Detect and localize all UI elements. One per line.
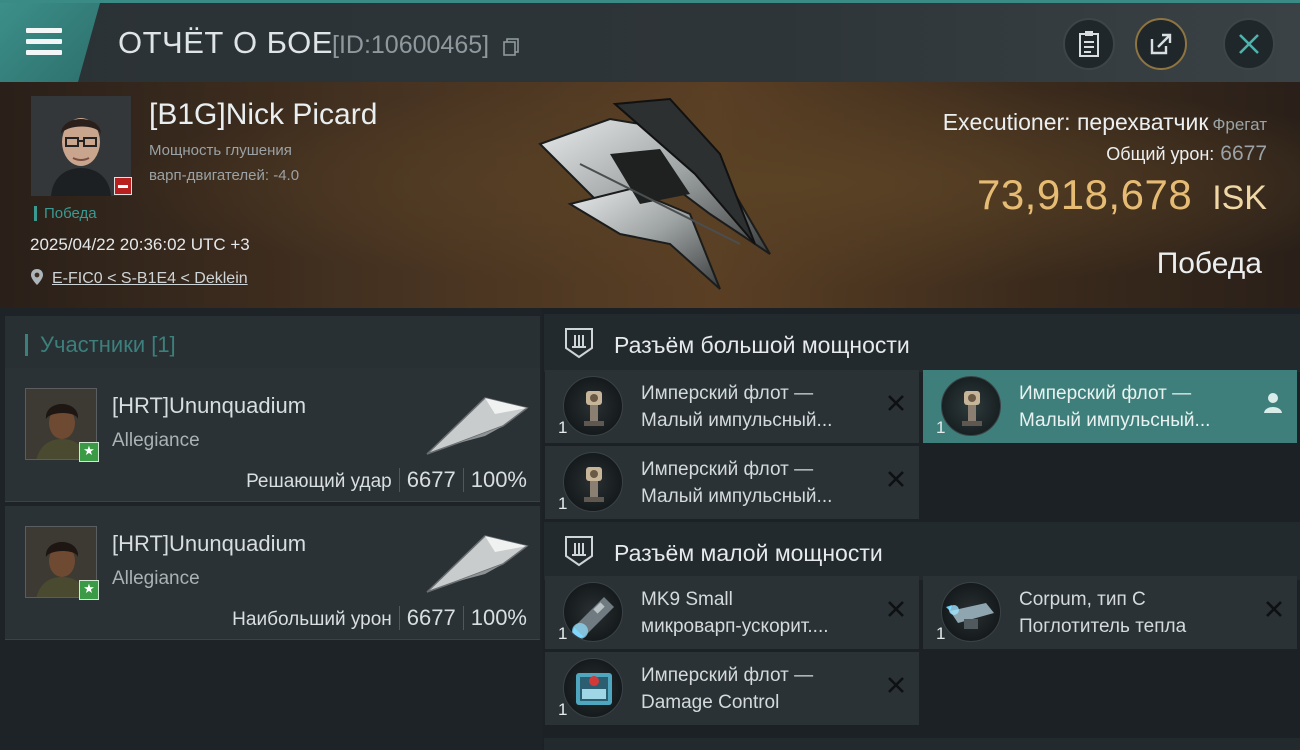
total-damage-label: Общий урон: <box>1106 144 1215 164</box>
report-id: [ID:10600465] <box>332 31 490 59</box>
attacker-ship-icon <box>426 535 529 593</box>
kill-location[interactable]: E-FIC0 < S-B1E4 < Deklein <box>30 268 248 288</box>
next-section-header <box>544 738 1300 750</box>
module-slot[interactable]: 1 Имперский флот — Damage Control <box>545 652 919 725</box>
victim-ship-render <box>538 97 771 290</box>
participant-name[interactable]: [HRT]Ununquadium <box>112 531 306 557</box>
star-icon: ★ <box>79 442 99 462</box>
menu-icon <box>26 28 62 61</box>
participant-name[interactable]: [HRT]Ununquadium <box>112 393 306 419</box>
pulse-laser-icon <box>941 376 1001 436</box>
module-name-line-1: Corpum, тип C <box>1019 589 1146 610</box>
hostile-badge <box>114 177 132 195</box>
participant-damage: 6677 <box>406 467 456 492</box>
destroyed-icon <box>888 395 904 411</box>
participants-title: Участники [1] <box>25 334 176 356</box>
participant-row[interactable]: ★ [HRT]Ununquadium Allegiance Наибольший… <box>5 506 540 640</box>
module-quantity: 1 <box>936 624 946 643</box>
copy-icon[interactable] <box>503 38 519 56</box>
kill-datetime: 2025/04/22 20:36:02 UTC +3 <box>30 235 250 254</box>
low-slot-header: Разъём малой мощности <box>544 522 1300 580</box>
attacker-ship-icon <box>426 397 529 455</box>
destroyed-icon <box>888 471 904 487</box>
participant-corp[interactable]: Allegiance <box>112 430 200 452</box>
fitting-panel: Разъём большой мощности 1 Имперский флот… <box>542 308 1300 750</box>
star-icon: ★ <box>79 580 99 600</box>
share-icon <box>1150 33 1172 55</box>
participant-stats: Наибольший урон 6677 100% <box>232 605 527 631</box>
participant-stats: Решающий удар 6677 100% <box>246 467 527 493</box>
page-title: ОТЧЁТ О БОЕ <box>118 25 333 60</box>
victim-stat-line-1: Мощность глушения <box>149 142 292 159</box>
destroyed-icon <box>1266 601 1282 617</box>
location-pin-icon <box>31 269 43 285</box>
heat-sink-icon <box>941 582 1001 642</box>
battle-result: Победа <box>1156 247 1262 280</box>
module-name-line-1: MK9 Small <box>641 589 733 610</box>
high-slot-icon <box>565 328 593 359</box>
isk-value: 73,918,678 ISK <box>977 171 1267 219</box>
participants-header: Участники [1] <box>5 316 540 374</box>
ship-type-name: Executioner: перехватчик <box>942 109 1209 135</box>
module-quantity: 1 <box>558 418 568 437</box>
module-name-line-1: Имперский флот — <box>1019 383 1192 404</box>
module-slot[interactable]: 1 Имперский флот — Малый импульсный... <box>545 446 919 519</box>
module-quantity: 1 <box>558 700 568 719</box>
isk-amount: 73,918,678 <box>976 171 1193 218</box>
module-name-line-2: Малый импульсный... <box>641 486 833 507</box>
module-name-line-1: Имперский флот — <box>641 459 814 480</box>
module-quantity: 1 <box>936 418 946 437</box>
module-slot[interactable]: 1 Имперский флот — Малый импульсный... <box>923 370 1297 443</box>
high-slot-header: Разъём большой мощности <box>544 314 1300 372</box>
low-slot-icon <box>565 536 593 567</box>
outcome-tag: Победа <box>34 206 97 221</box>
module-quantity: 1 <box>558 624 568 643</box>
victim-stat-line-2: варп-двигателей: -4.0 <box>149 167 300 184</box>
pulse-laser-icon <box>563 376 623 436</box>
module-quantity: 1 <box>558 494 568 513</box>
close-icon <box>1239 34 1259 54</box>
microwarpdrive-icon <box>563 582 623 642</box>
destroyed-icon <box>888 677 904 693</box>
location-link[interactable]: E-FIC0 < S-B1E4 < Deklein <box>52 270 248 287</box>
participant-role: Наибольший урон <box>232 609 392 630</box>
isk-unit: ISK <box>1212 179 1267 217</box>
pulse-laser-icon <box>563 452 623 512</box>
participant-row[interactable]: ★ [HRT]Ununquadium Allegiance Решающий у… <box>5 368 540 502</box>
module-slot[interactable]: 1 Corpum, тип C Поглотитель тепла <box>923 576 1297 649</box>
close-button[interactable] <box>1223 18 1275 70</box>
low-slot-title: Разъём малой мощности <box>614 540 883 566</box>
participant-percent: 100% <box>470 467 527 492</box>
participant-damage: 6677 <box>406 605 456 630</box>
module-name-line-2: микроварп-ускорит.... <box>641 616 829 637</box>
module-slot[interactable]: 1 Имперский флот — Малый импульсный... <box>545 370 919 443</box>
participant-role: Решающий удар <box>246 471 392 492</box>
victim-summary: [B1G]Nick Picard Мощность глушения варп-… <box>0 82 1300 308</box>
clipboard-button[interactable] <box>1063 18 1115 70</box>
module-name-line-2: Damage Control <box>641 692 780 713</box>
share-button[interactable] <box>1135 18 1187 70</box>
module-name-line-1: Имперский флот — <box>641 665 814 686</box>
clipboard-icon <box>1079 31 1099 57</box>
top-bar: ОТЧЁТ О БОЕ [ID:10600465] <box>0 0 1300 82</box>
menu-button[interactable] <box>0 3 100 82</box>
total-damage: Общий урон: 6677 <box>1106 142 1267 166</box>
victim-ship-type[interactable]: Executioner: перехватчик Фрегат <box>943 109 1267 136</box>
module-name-line-1: Имперский флот — <box>641 383 814 404</box>
participant-corp[interactable]: Allegiance <box>112 568 200 590</box>
participant-percent: 100% <box>470 605 527 630</box>
ship-class: Фрегат <box>1212 115 1267 134</box>
high-slot-title: Разъём большой мощности <box>614 332 910 358</box>
participants-panel: Участники [1] ★ [HRT]Ununquadium Allegia… <box>0 308 542 750</box>
person-icon <box>1264 393 1282 413</box>
module-slot[interactable]: 1 MK9 Small микроварп-ускорит.... <box>545 576 919 649</box>
damage-control-icon <box>563 658 623 718</box>
module-name-line-2: Малый импульсный... <box>1019 410 1211 431</box>
module-name-line-2: Малый импульсный... <box>641 410 833 431</box>
total-damage-value: 6677 <box>1220 142 1267 165</box>
destroyed-icon <box>888 601 904 617</box>
module-name-line-2: Поглотитель тепла <box>1019 616 1187 637</box>
victim-name[interactable]: [B1G]Nick Picard <box>149 98 377 132</box>
